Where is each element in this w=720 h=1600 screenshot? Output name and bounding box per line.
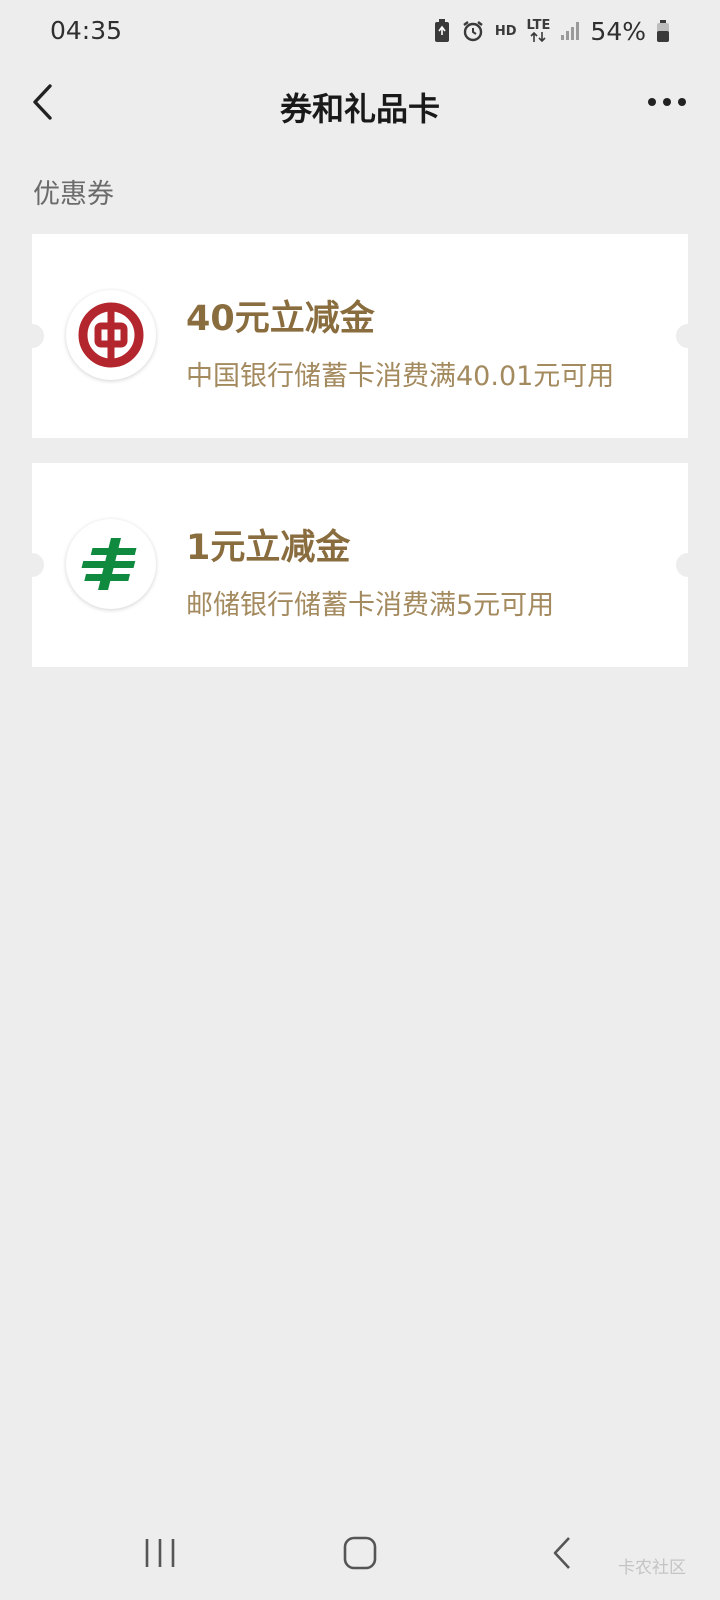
status-bar: 04:35 HD LTE 54%: [0, 0, 720, 66]
more-dots-icon: [648, 98, 686, 106]
page: 04:35 HD LTE 54% 券和礼品卡 优惠券 40元立减金 中国银行储蓄…: [0, 0, 720, 1600]
hd-icon: HD: [494, 23, 517, 39]
more-button[interactable]: [642, 80, 692, 124]
coupon-card-psbc[interactable]: 1元立减金 邮储银行储蓄卡消费满5元可用: [20, 463, 700, 667]
signal-icon: [560, 21, 580, 41]
battery-icon: [656, 19, 670, 43]
battery-saver-icon: [433, 18, 451, 44]
coupon-notch: [20, 553, 44, 577]
coupon-description: 邮储银行储蓄卡消费满5元可用: [186, 590, 555, 621]
status-icons: HD LTE 54%: [433, 14, 670, 48]
system-back-button[interactable]: [532, 1528, 592, 1578]
coupon-title: 1元立减金: [186, 528, 351, 568]
lte-label: LTE: [526, 17, 551, 33]
recent-apps-icon: [145, 1539, 175, 1567]
coupon-card-boc[interactable]: 40元立减金 中国银行储蓄卡消费满40.01元可用: [20, 234, 700, 438]
nav-bar: 券和礼品卡: [0, 66, 720, 138]
back-icon: [553, 1537, 570, 1569]
lte-icon: LTE: [526, 17, 551, 43]
coupon-notch: [676, 324, 700, 348]
watermark: 卡农社区: [618, 1558, 686, 1578]
battery-percent: 54%: [590, 16, 646, 46]
section-label: 优惠券: [33, 179, 114, 210]
home-icon: [343, 1536, 377, 1570]
system-nav-bar: 卡农社区: [0, 1500, 720, 1600]
status-time: 04:35: [50, 16, 123, 45]
page-title: 券和礼品卡: [279, 90, 440, 128]
coupon-notch: [20, 324, 44, 348]
postal-savings-bank-logo: [66, 519, 156, 609]
coupon-title: 40元立减金: [186, 299, 375, 339]
coupon-description: 中国银行储蓄卡消费满40.01元可用: [186, 361, 615, 392]
coupon-notch: [676, 553, 700, 577]
alarm-icon: [461, 19, 485, 43]
recent-apps-button[interactable]: [130, 1528, 190, 1578]
home-button[interactable]: [330, 1528, 390, 1578]
bank-of-china-logo: [66, 290, 156, 380]
